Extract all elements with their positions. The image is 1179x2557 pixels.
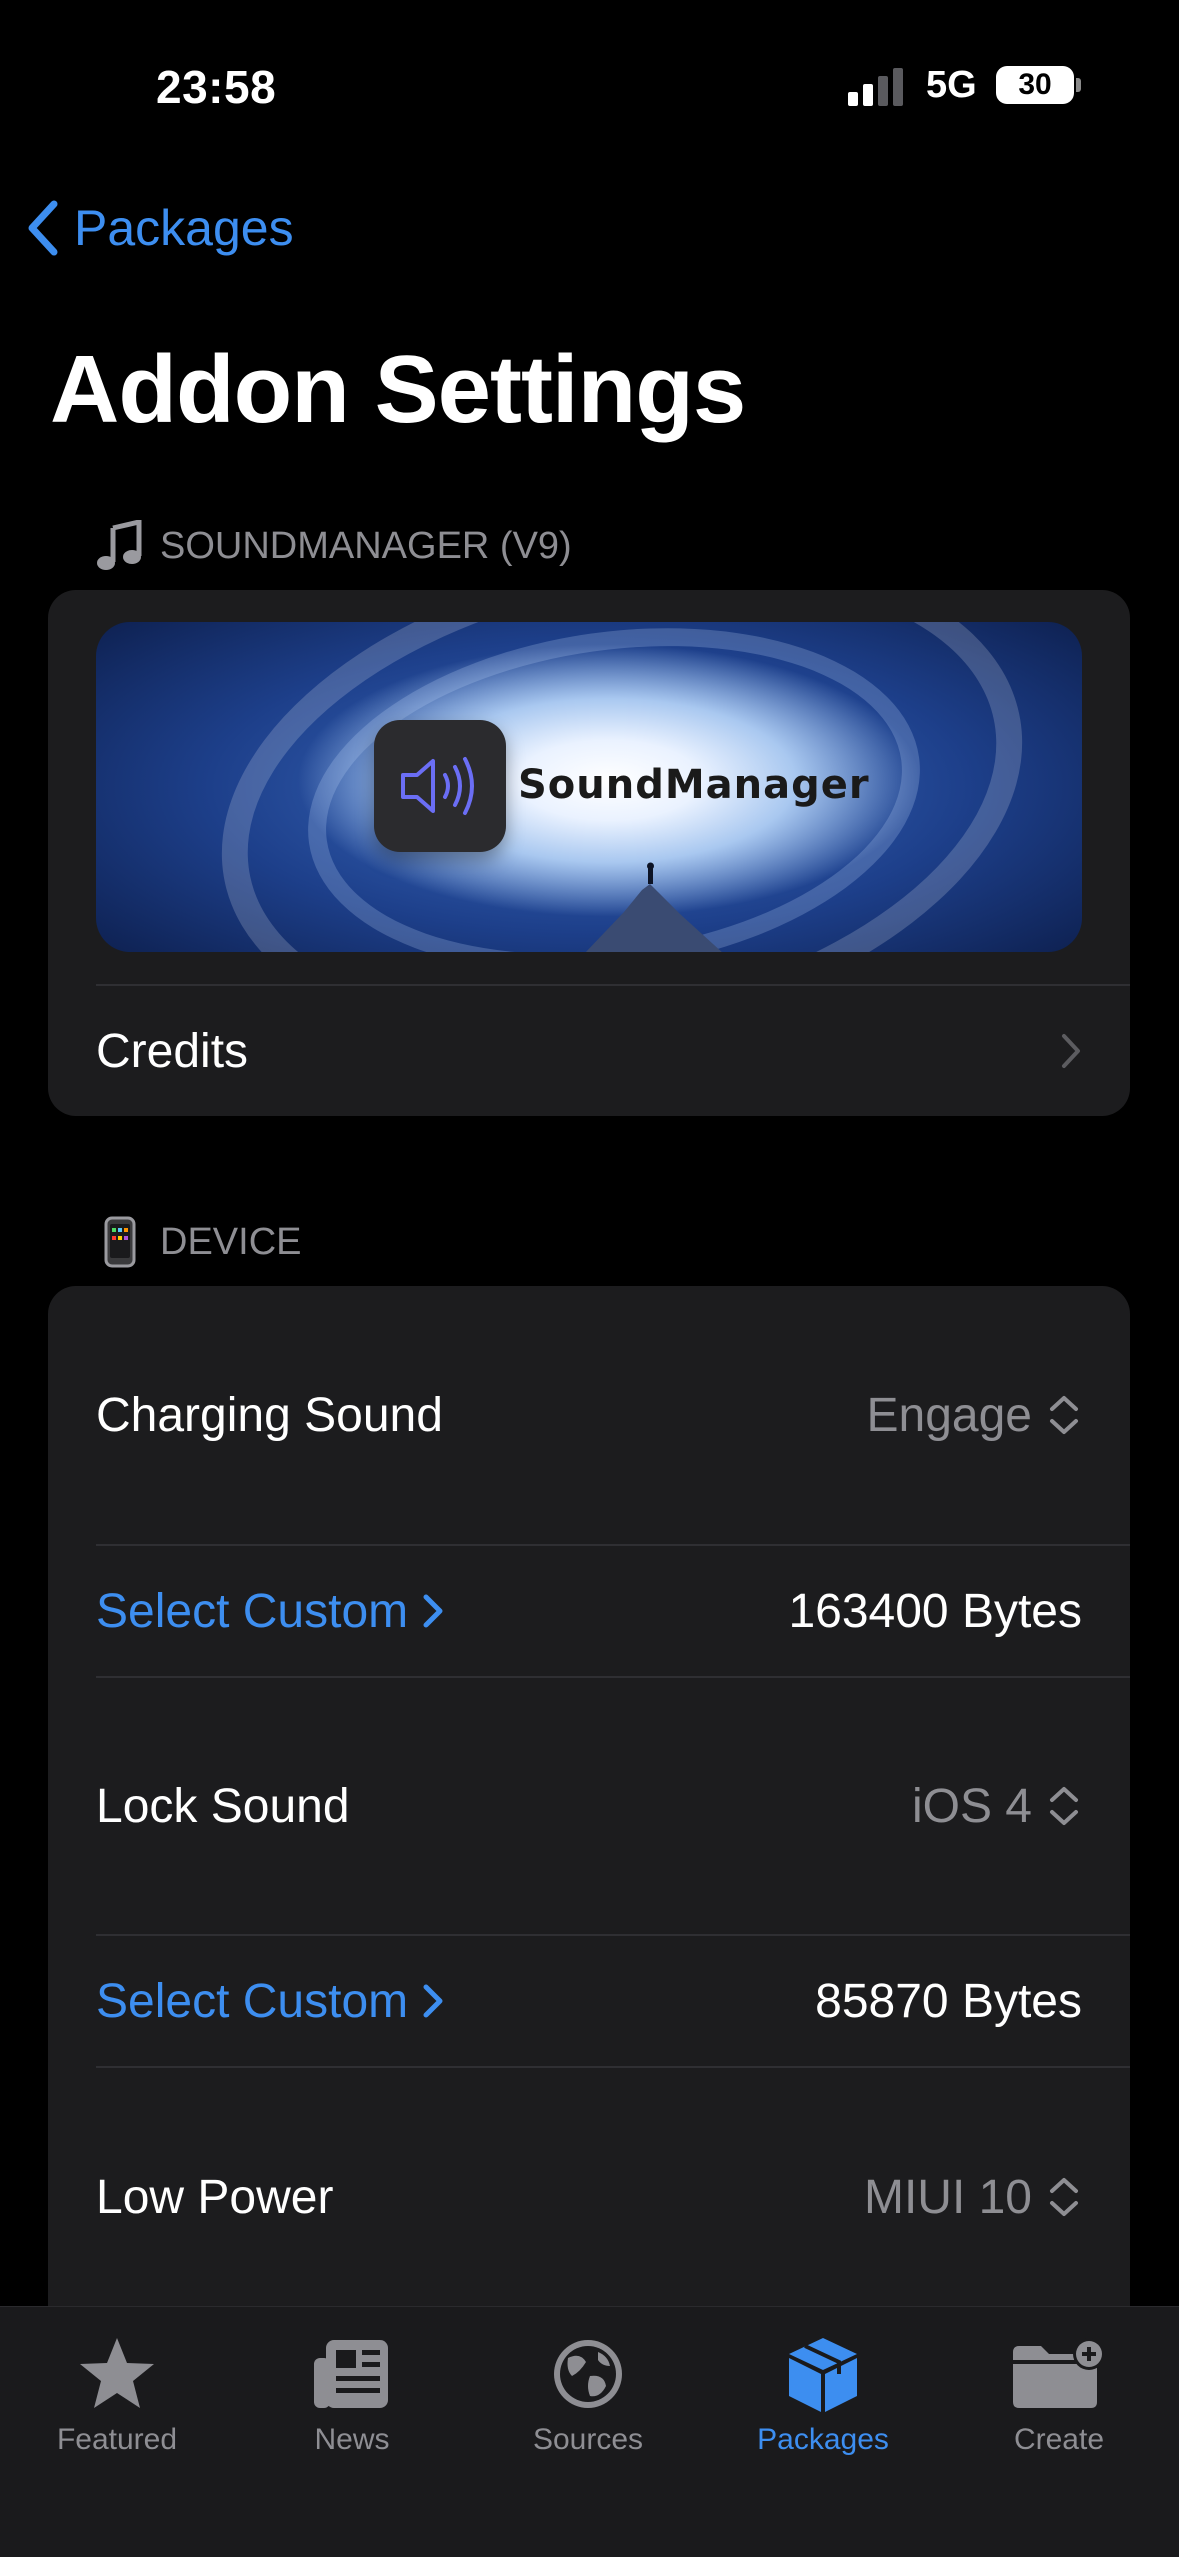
chevron-right-icon	[423, 1594, 443, 1628]
section-header-soundmanager: SOUNDMANAGER (V9)	[96, 520, 572, 572]
chevron-right-icon	[1060, 1032, 1130, 1070]
custom-size-value: 163400 Bytes	[788, 1584, 1082, 1638]
status-time: 23:58	[156, 61, 277, 113]
low-power-value: MIUI 10	[863, 2170, 1032, 2224]
tab-label: Sources	[532, 2423, 644, 2456]
page-title: Addon Settings	[50, 336, 746, 443]
select-custom-lock-link[interactable]: Select Custom	[48, 1974, 446, 2029]
network-type: 5G	[926, 64, 977, 106]
phone-icon	[96, 1216, 144, 1268]
select-custom-label: Select Custom	[96, 1974, 409, 2028]
tab-label: News	[314, 2423, 390, 2456]
select-custom-lock-row: Select Custom 85870 Bytes	[48, 1936, 1130, 2066]
chevron-up-down-icon	[1050, 2178, 1078, 2216]
tab-sources[interactable]: Sources	[488, 2331, 688, 2457]
cellular-signal-icon	[848, 66, 904, 106]
tab-packages[interactable]: Packages	[723, 2331, 923, 2457]
tab-news[interactable]: News	[252, 2331, 452, 2457]
star-icon	[17, 2331, 217, 2417]
speaker-icon	[374, 720, 506, 852]
chevron-left-icon	[28, 200, 58, 256]
section-header-label: DEVICE	[160, 1220, 302, 1263]
select-custom-charging-row: Select Custom 163400 Bytes	[48, 1546, 1130, 1676]
select-custom-charging-link[interactable]: Select Custom	[48, 1584, 446, 1639]
chevron-up-down-icon	[1050, 1396, 1078, 1434]
newspaper-icon	[252, 2331, 452, 2417]
tab-label: Featured	[56, 2423, 178, 2456]
low-power-row[interactable]: Low Power MIUI 10	[48, 2068, 1130, 2326]
lock-sound-value: iOS 4	[911, 1779, 1032, 1833]
credits-label: Credits	[96, 1024, 249, 1078]
tab-featured[interactable]: Featured	[17, 2331, 217, 2457]
music-note-icon	[96, 520, 144, 572]
charging-sound-row[interactable]: Charging Sound Engage	[48, 1286, 1130, 1544]
banner-title: SoundManager	[518, 762, 870, 808]
soundmanager-banner: SoundManager	[96, 622, 1082, 952]
charging-sound-value: Engage	[866, 1388, 1033, 1442]
lock-sound-row[interactable]: Lock Sound iOS 4	[48, 1678, 1130, 1934]
low-power-select[interactable]: MIUI 10	[864, 2170, 1130, 2225]
folder-plus-icon	[959, 2331, 1159, 2417]
custom-size-value: 85870 Bytes	[815, 1974, 1082, 2028]
battery-level: 30	[1018, 68, 1052, 101]
tab-bar: Featured News Sources Packages Create	[0, 2306, 1179, 2557]
lock-sound-label: Lock Sound	[96, 1779, 350, 1833]
device-card: Charging Sound Engage Select Custom 1634…	[48, 1286, 1130, 2386]
chevron-right-icon	[423, 1984, 443, 2018]
mountain-silhouette	[585, 862, 722, 952]
select-custom-label: Select Custom	[96, 1584, 409, 1638]
tab-label: Create	[1013, 2423, 1105, 2456]
tab-create[interactable]: Create	[959, 2331, 1159, 2457]
soundmanager-card: SoundManager Credits	[48, 590, 1130, 1116]
battery-cap	[1076, 78, 1081, 92]
charging-sound-label: Charging Sound	[96, 1388, 443, 1442]
credits-row[interactable]: Credits	[48, 986, 1130, 1116]
battery-icon: 30	[996, 66, 1074, 104]
low-power-label: Low Power	[96, 2170, 334, 2224]
chevron-up-down-icon	[1050, 1787, 1078, 1825]
tab-label: Packages	[757, 2423, 889, 2456]
back-label: Packages	[74, 200, 294, 256]
charging-sound-select[interactable]: Engage	[867, 1388, 1131, 1443]
box-icon	[723, 2331, 923, 2417]
globe-icon	[488, 2331, 688, 2417]
back-button[interactable]: Packages	[24, 190, 294, 266]
section-header-label: SOUNDMANAGER (V9)	[160, 524, 572, 567]
section-header-device: DEVICE	[96, 1216, 301, 1268]
lock-sound-select[interactable]: iOS 4	[912, 1779, 1130, 1834]
